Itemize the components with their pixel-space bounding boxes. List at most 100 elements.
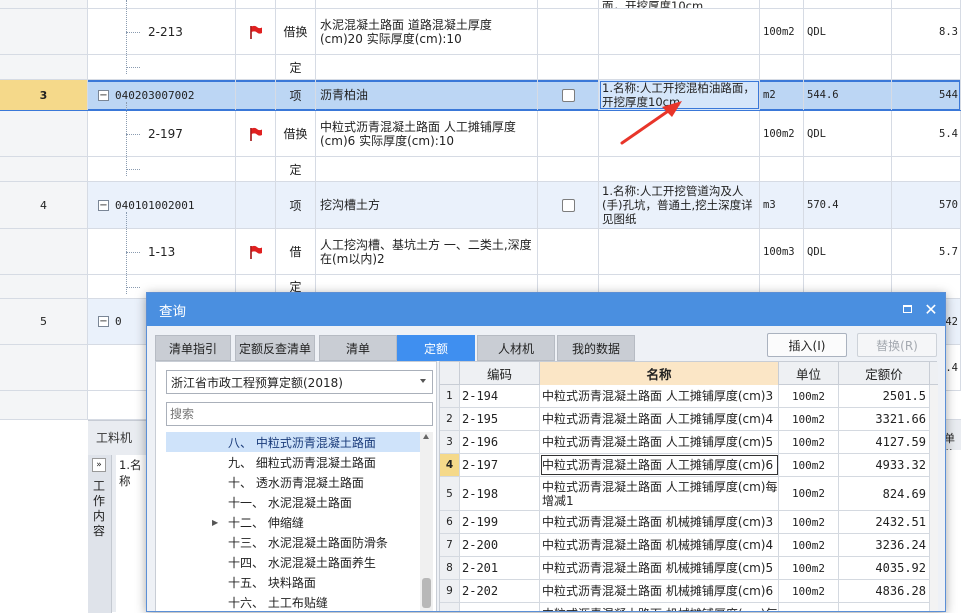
scroll-up-icon[interactable] — [423, 434, 429, 439]
unit-cell: 100m2 — [779, 454, 839, 476]
name-cell-text: 中粒式沥青混凝土路面 机械摊铺厚度(cm)6 — [542, 584, 774, 598]
tree-scrollbar[interactable] — [420, 432, 433, 611]
price-cell-text: 4127.59 — [875, 435, 926, 449]
name-cell: 中粒式沥青混凝土路面 人工摊铺厚度(cm)每增减1 — [540, 477, 779, 510]
collapse-icon[interactable]: − — [98, 316, 109, 327]
row-index-text: 9 — [446, 585, 453, 597]
code-cell: −040101002001 — [88, 182, 236, 228]
tree-item[interactable]: 十三、 水泥混凝土路面防滑条 — [166, 532, 420, 552]
tree-item[interactable]: 十五、 块料路面 — [166, 572, 420, 592]
type-cell: 借 — [276, 229, 316, 274]
table-row[interactable]: 6 2-199 中粒式沥青混凝土路面 机械摊铺厚度(cm)3 100m2 2432.51 — [440, 511, 930, 534]
col-code[interactable]: 编码 — [460, 362, 540, 385]
col-unit[interactable]: 单位 — [779, 362, 839, 385]
name-cell-text: 中粒式沥青混凝土路面 机械摊铺厚度(cm)3 — [542, 515, 774, 529]
unit-cell-text: 100m2 — [791, 561, 826, 575]
maximize-icon[interactable] — [899, 301, 915, 317]
row-checkbox[interactable] — [561, 198, 575, 212]
name-cell-text: 中粒式沥青混凝土路面 机械摊铺厚度(cm)5 — [542, 561, 774, 575]
price-cell: 2501.5 — [839, 385, 930, 407]
search-input[interactable] — [166, 402, 433, 426]
qty-cell: 8.3 — [892, 9, 961, 54]
grid-header: 编码 名称 单位 定额价 — [440, 362, 938, 385]
table-row[interactable]: 定 — [0, 157, 961, 182]
tab-quota[interactable]: 定额 — [397, 335, 475, 361]
code-cell-text: 2-197 — [462, 458, 499, 472]
col-name[interactable]: 名称 — [540, 362, 779, 385]
table-row[interactable]: 中粒式沥青混凝土路面 机械摊铺厚度(cm)每 — [440, 603, 930, 611]
triangle-right-icon[interactable]: ▶ — [212, 518, 220, 527]
table-row[interactable]: 定 — [0, 55, 961, 80]
dialog-title-bar[interactable]: 查询 ✕ — [147, 293, 945, 326]
table-row[interactable]: 8 2-201 中粒式沥青混凝土路面 机械摊铺厚度(cm)5 100m2 4035.92 — [440, 557, 930, 580]
work-content-label: 工作内容 — [93, 479, 106, 538]
tree-item[interactable]: ▶ 十二、 伸缩缝 — [166, 512, 420, 532]
table-row[interactable]: 2-197 借换 中粒式沥青混凝土路面 人工摊铺厚度(cm)6 实际厚度(cm)… — [0, 111, 961, 157]
tree-item[interactable]: 十六、 土工布贴缝 — [166, 592, 420, 611]
tree-item[interactable]: 九、 细粒式沥青混凝土路面 — [166, 452, 420, 472]
grid-scrollbar[interactable] — [930, 385, 938, 611]
row-index — [440, 603, 460, 611]
price-cell-text: 4836.28 — [875, 584, 926, 598]
tab-labor-material-machine[interactable]: 人材机 — [477, 335, 555, 361]
tree-item[interactable]: 十一、 水泥混凝土路面 — [166, 492, 420, 512]
expr-cell: QDL — [804, 111, 892, 156]
table-row[interactable]: 9 2-202 中粒式沥青混凝土路面 机械摊铺厚度(cm)6 100m2 4836.28 — [440, 580, 930, 603]
name-cell: 中粒式沥青混凝土路面 人工摊铺厚度(cm)6 实际厚度(cm):10 — [316, 111, 538, 156]
qty-cell: 544 — [892, 80, 961, 110]
row-index: 1 — [440, 385, 460, 407]
insert-button[interactable]: 插入(I) — [767, 333, 847, 357]
tab-quota-reverse[interactable]: 定额反查清单 — [235, 335, 315, 361]
collapse-icon[interactable]: − — [98, 89, 109, 101]
scroll-thumb[interactable] — [422, 578, 431, 608]
tab-list[interactable]: 清单 — [319, 335, 397, 361]
tab-my-data[interactable]: 我的数据 — [557, 335, 635, 361]
tree-item[interactable]: 十、 透水沥青混凝土路面 — [166, 472, 420, 492]
table-row-current[interactable]: 4 2-197 中粒式沥青混凝土路面 人工摊铺厚度(cm)6 100m2 4933.32 — [440, 454, 930, 477]
feature-cell[interactable]: 1.名称:人工开挖混柏油路面，开挖厚度10cm — [599, 80, 760, 110]
table-row[interactable]: 3 2-196 中粒式沥青混凝土路面 人工摊铺厚度(cm)5 100m2 4127.59 — [440, 431, 930, 454]
unit-price-tab[interactable]: 单价 — [944, 420, 961, 450]
unit-cell: 100m3 — [760, 229, 804, 274]
expr-cell: 570.4 — [804, 182, 892, 228]
table-row[interactable]: 1-13 借 人工挖沟槽、基坑土方 一、二类土,深度在(m以内)2 100m3 … — [0, 229, 961, 275]
tree-item[interactable]: 八、 中粒式沥青混凝土路面 — [166, 432, 420, 452]
row-index: 6 — [440, 511, 460, 533]
quota-library-select[interactable]: 浙江省市政工程预算定额(2018) — [166, 370, 433, 394]
tree-item[interactable]: 十四、 水泥混凝土路面养生 — [166, 552, 420, 572]
name-cell: 中粒式沥青混凝土路面 人工摊铺厚度(cm)3 — [540, 385, 779, 407]
work-content-text[interactable]: 1.名称 — [116, 455, 148, 613]
table-row[interactable]: 2 2-195 中粒式沥青混凝土路面 人工摊铺厚度(cm)4 100m2 3321.66 — [440, 408, 930, 431]
table-row[interactable]: 7 2-200 中粒式沥青混凝土路面 机械摊铺厚度(cm)4 100m2 3236.24 — [440, 534, 930, 557]
table-row[interactable]: 5 2-198 中粒式沥青混凝土路面 人工摊铺厚度(cm)每增减1 100m2 824.… — [440, 477, 930, 511]
unit-cell: 100m2 — [779, 511, 839, 533]
row-index-text: 8 — [446, 562, 453, 574]
collapse-icon[interactable]: − — [98, 199, 109, 211]
code-cell-text: 2-194 — [462, 389, 499, 403]
price-cell — [839, 603, 930, 611]
table-row[interactable]: 2-213 借换 水泥混凝土路面 道路混凝土厚度(cm)20 实际厚度(cm):… — [0, 9, 961, 55]
name-cell-text: 中粒式沥青混凝土路面 人工摊铺厚度(cm)4 — [542, 412, 774, 426]
expand-icon[interactable]: » — [92, 458, 106, 472]
col-price[interactable]: 定额价 — [839, 362, 930, 385]
table-row[interactable]: 面，开挖厚度10cm — [0, 0, 961, 9]
table-row[interactable]: 1 2-194 中粒式沥青混凝土路面 人工摊铺厚度(cm)3 100m2 2501.5 — [440, 385, 930, 408]
name-cell-text: 中粒式沥青混凝土路面 人工摊铺厚度(cm)3 — [542, 389, 774, 403]
tab-labor-material[interactable]: 工料机 — [96, 429, 132, 446]
code-cell: 2-202 — [460, 580, 540, 602]
type-cell: 项 — [276, 80, 316, 110]
query-dialog: 查询 ✕ 清单指引 定额反查清单 清单 定额 人材机 我的数据 插入(I) 替换… — [146, 292, 946, 612]
name-cell: 人工挖沟槽、基坑土方 一、二类土,深度在(m以内)2 — [316, 229, 538, 274]
type-cell: 项 — [276, 182, 316, 228]
replace-button[interactable]: 替换(R) — [857, 333, 937, 357]
row-index: 9 — [440, 580, 460, 602]
tab-list-guide[interactable]: 清单指引 — [155, 335, 231, 361]
row-checkbox[interactable] — [561, 88, 575, 102]
table-row[interactable]: 4 −040101002001 项 挖沟槽土方 1.名称:人工开挖管道沟及人(手… — [0, 182, 961, 229]
close-icon[interactable]: ✕ — [923, 300, 939, 319]
code-cell-text: 2-201 — [462, 561, 499, 575]
row-index-text: 5 — [446, 487, 453, 500]
table-row-selected[interactable]: 3 −040203007002 项 沥青柏油 1.名称:人工开挖混柏油路面，开挖… — [0, 80, 961, 111]
unit-cell-text: 100m2 — [791, 458, 826, 472]
quota-tree-pane: 浙江省市政工程预算定额(2018) 八、 中粒式沥青混凝土路面 九、 细粒式沥青… — [155, 361, 437, 611]
